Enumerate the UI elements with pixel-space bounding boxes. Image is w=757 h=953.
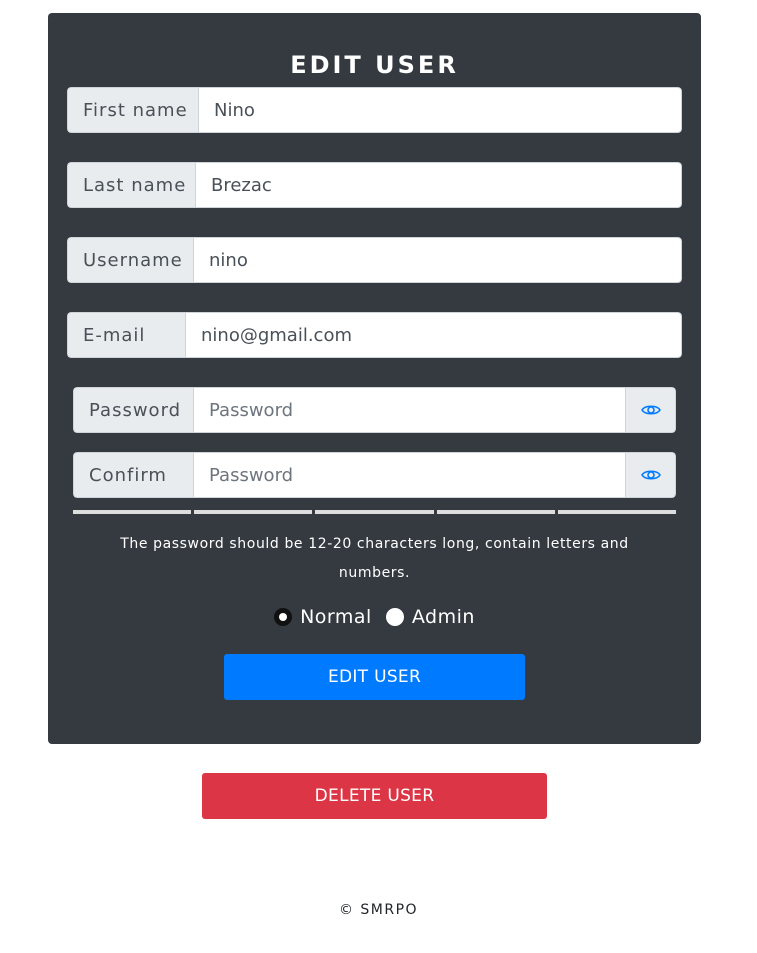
username-input[interactable] xyxy=(193,237,682,283)
strength-segment xyxy=(73,510,192,514)
password-label: Password xyxy=(73,387,193,433)
username-label: Username xyxy=(67,237,193,283)
role-normal[interactable]: Normal xyxy=(274,606,372,628)
form-title: EDIT USER xyxy=(290,51,459,79)
footer-copyright: © SMRPO xyxy=(338,902,419,918)
confirm-label: Confirm xyxy=(73,452,193,498)
last-name-group: Last name xyxy=(67,162,682,208)
strength-segment xyxy=(194,510,313,514)
email-input[interactable] xyxy=(185,312,682,358)
edit-user-button[interactable]: EDIT USER xyxy=(224,654,525,700)
first-name-label: First name xyxy=(67,87,198,133)
strength-segment xyxy=(315,510,434,514)
edit-user-card: EDIT USER First name Last name Username … xyxy=(48,13,701,744)
email-group: E-mail xyxy=(67,312,682,358)
confirm-password-group: Confirm xyxy=(73,452,676,498)
role-admin[interactable]: Admin xyxy=(385,606,475,628)
username-group: Username xyxy=(67,237,682,283)
confirm-password-input[interactable] xyxy=(193,452,626,498)
radio-normal[interactable] xyxy=(274,608,293,626)
password-strength-meter xyxy=(73,510,677,514)
strength-segment xyxy=(557,510,677,514)
page: EDIT USER First name Last name Username … xyxy=(0,0,757,953)
radio-admin[interactable] xyxy=(385,608,404,626)
first-name-input[interactable] xyxy=(198,87,682,133)
eye-icon xyxy=(640,405,661,415)
email-label: E-mail xyxy=(67,312,185,358)
role-admin-label: Admin xyxy=(411,606,475,628)
confirm-visibility-toggle[interactable] xyxy=(626,452,676,498)
delete-user-button[interactable]: DELETE USER xyxy=(202,773,547,819)
role-normal-label: Normal xyxy=(300,606,372,628)
strength-segment xyxy=(436,510,555,514)
password-visibility-toggle[interactable] xyxy=(626,387,676,433)
eye-icon xyxy=(640,470,661,480)
last-name-label: Last name xyxy=(67,162,195,208)
role-selector: Normal Admin xyxy=(48,606,701,628)
password-group: Password xyxy=(73,387,676,433)
last-name-input[interactable] xyxy=(195,162,682,208)
first-name-group: First name xyxy=(67,87,682,133)
password-input[interactable] xyxy=(193,387,626,433)
password-hint: The password should be 12-20 characters … xyxy=(120,536,629,581)
